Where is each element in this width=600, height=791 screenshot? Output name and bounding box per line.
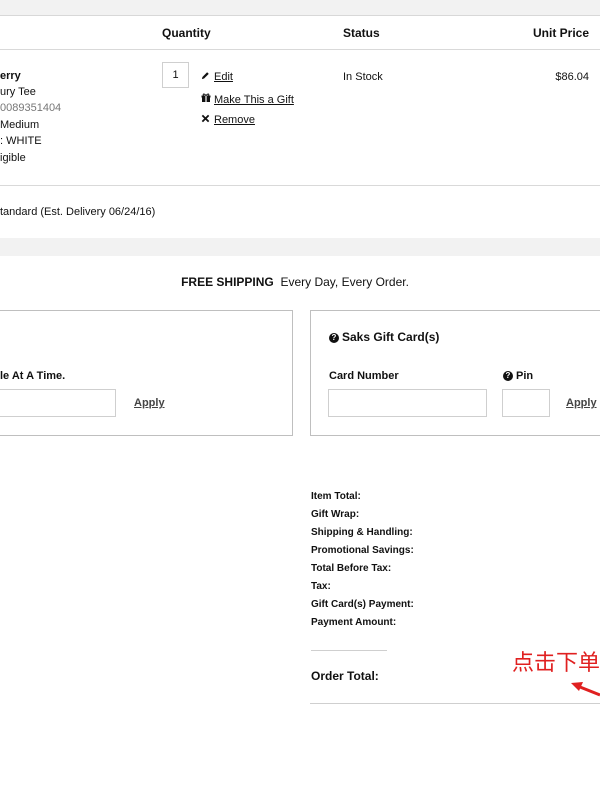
edit-link[interactable]: Edit: [201, 71, 233, 83]
gift-icon: [201, 93, 212, 106]
arrow-icon: [571, 682, 600, 697]
order-total-label: Order Total:: [311, 669, 379, 683]
card-number-label: Card Number: [329, 370, 399, 382]
payment-amount-label: Payment Amount:: [311, 617, 397, 628]
item-total-label: Item Total:: [311, 491, 361, 502]
order-total-divider: [310, 703, 600, 704]
free-shipping-bold: FREE SHIPPING: [181, 275, 274, 289]
remove-link[interactable]: Remove: [201, 114, 255, 126]
quantity-input[interactable]: 1: [162, 62, 189, 88]
promo-code-input[interactable]: [0, 389, 116, 417]
product-sku: 0089351404: [0, 102, 62, 114]
edit-label: Edit: [214, 71, 233, 83]
card-number-input[interactable]: [328, 389, 487, 417]
pin-label: ? Pin: [503, 370, 533, 382]
shipping-handling-label: Shipping & Handling:: [311, 527, 413, 538]
remove-label: Remove: [214, 114, 255, 126]
annotation-text: 点击下单: [512, 651, 600, 676]
gift-card-title-text: Saks Gift Card(s): [342, 330, 440, 344]
pencil-icon: [201, 71, 212, 83]
gift-card-title: ? Saks Gift Card(s): [329, 330, 439, 344]
product-brand[interactable]: erry: [0, 70, 21, 82]
make-gift-label: Make This a Gift: [214, 94, 294, 106]
promo-code-label: le At A Time.: [0, 370, 66, 382]
free-shipping-rest: Every Day, Every Order.: [280, 275, 409, 289]
question-icon[interactable]: ?: [329, 333, 339, 343]
pin-label-text: Pin: [516, 370, 534, 382]
free-shipping-banner: FREE SHIPPING Every Day, Every Order.: [0, 275, 590, 289]
shipping-method: tandard (Est. Delivery 06/24/16): [0, 206, 156, 218]
promo-apply-button[interactable]: Apply: [134, 397, 165, 409]
item-divider: [0, 185, 600, 186]
quantity-header: Quantity: [162, 26, 211, 40]
product-color: : WHITE: [0, 135, 42, 147]
gift-card-apply-button[interactable]: Apply: [566, 397, 597, 409]
top-band: [0, 0, 600, 16]
section-band: [0, 238, 600, 256]
promotional-savings-label: Promotional Savings:: [311, 545, 414, 556]
gift-card-payment-label: Gift Card(s) Payment:: [311, 599, 414, 610]
question-icon[interactable]: ?: [503, 371, 513, 381]
status-header: Status: [343, 26, 380, 40]
product-name[interactable]: ury Tee: [0, 86, 36, 98]
total-before-tax-label: Total Before Tax:: [311, 563, 392, 574]
pin-input[interactable]: [502, 389, 550, 417]
close-icon: [201, 114, 212, 126]
gift-wrap-label: Gift Wrap:: [311, 509, 360, 520]
product-eligibility: igible: [0, 152, 26, 164]
stock-status: In Stock: [343, 71, 383, 83]
make-gift-link[interactable]: Make This a Gift: [201, 93, 294, 106]
product-size: Medium: [0, 119, 40, 131]
header-divider: [0, 49, 600, 50]
summary-divider: [311, 650, 387, 651]
unit-price-header: Unit Price: [532, 26, 589, 40]
tax-label: Tax:: [311, 581, 331, 592]
unit-price: $86.04: [555, 71, 589, 83]
